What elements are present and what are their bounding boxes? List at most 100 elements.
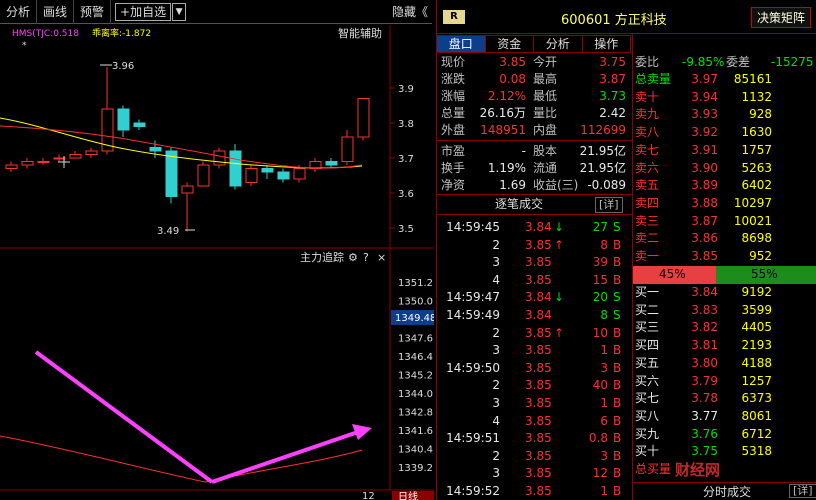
buy-level-label: 买一 — [635, 285, 660, 299]
trade-volume: 6 — [600, 413, 608, 428]
trade-time: 14:59:50 — [446, 360, 500, 375]
trade-volume: 3 — [600, 448, 608, 463]
buy-level-label: 买三 — [635, 320, 660, 335]
close-icon[interactable]: × — [377, 251, 386, 264]
sell-level-label: 卖七 — [635, 142, 660, 157]
quote-value: 21.95亿 — [579, 144, 626, 158]
quote-value: 3.85 — [499, 55, 526, 69]
trade-arrow: ↓ — [554, 220, 565, 234]
trade-side: S — [613, 220, 621, 234]
trade-price: 3.85 — [525, 343, 552, 358]
hide-panel-button[interactable]: 隐藏《 — [388, 0, 432, 24]
buy-level-price: 3.77 — [691, 408, 718, 423]
quote-label: 总量 — [441, 106, 466, 120]
track-tick: 1340.4 — [398, 445, 433, 456]
r-badge: R — [443, 10, 465, 24]
sell-level-price: 3.88 — [691, 195, 718, 210]
quote-panel: R 600601 方正科技 决策矩阵 盘口 资金 分析 操作 现价 3.85 今开 3… — [436, 0, 816, 500]
quote-value: 2.12% — [487, 89, 526, 103]
buy-level-volume: 6373 — [741, 391, 772, 406]
price-tick: 3.7 — [398, 154, 414, 165]
quote-label: 今开 — [533, 55, 558, 69]
quote-value: 1.69 — [499, 178, 526, 192]
order-diff-value: -15275 — [771, 55, 814, 69]
quote-label: 流通 — [533, 161, 558, 175]
indicator-text: HMS(TJC:0.518 — [12, 29, 79, 39]
trade-volume: 10 — [592, 325, 608, 340]
price-tick: 3.9 — [398, 84, 414, 95]
sell-level-label: 总卖量 — [635, 72, 672, 86]
quote-label: 量比 — [533, 106, 558, 120]
sell-level-label: 卖八 — [635, 125, 660, 140]
candle-body — [85, 150, 98, 155]
toolbar-analyze[interactable]: 分析 — [0, 0, 38, 24]
trade-price: 3.84 — [525, 308, 552, 322]
quote-label: 股本 — [533, 144, 558, 158]
buy-level-price: 3.83 — [691, 302, 718, 317]
toolbar-alert[interactable]: 预警 — [74, 0, 112, 24]
candle-body — [133, 122, 146, 127]
sell-level-volume: 952 — [749, 249, 772, 263]
toolbar-draw-line[interactable]: 画线 — [37, 0, 75, 24]
tab-analysis[interactable]: 分析 — [534, 35, 583, 53]
sell-level-volume: 1132 — [741, 89, 772, 104]
trade-volume: 1 — [600, 343, 608, 358]
settings-icon[interactable]: ⚙ — [348, 251, 358, 264]
minute-trades-label: 分时成交 — [703, 485, 752, 499]
buy-level-label: 买十 — [635, 444, 660, 459]
candle-body — [53, 157, 66, 160]
period-tab-label[interactable]: 日线 — [398, 490, 418, 500]
sell-level-volume: 1757 — [741, 142, 772, 157]
quote-value: 2.42 — [599, 106, 626, 120]
trade-time: 14:59:52 — [446, 484, 500, 498]
star-marker: * — [22, 41, 27, 51]
trade-price: 3.85 — [525, 466, 552, 481]
quote-divider — [437, 140, 632, 141]
trades-divider-top — [437, 194, 632, 195]
kline-chart[interactable]: HMS(TJC:0.518 乖离率:-1.872 * 智能辅助 3.9 3.8 3.… — [0, 25, 434, 500]
trade-time: 4 — [492, 272, 500, 287]
watermark: 财经网 — [675, 461, 721, 479]
track-tick: 1345.2 — [398, 371, 433, 382]
track-title: 主力追踪 — [300, 250, 344, 264]
sell-level-price: 3.91 — [691, 142, 718, 157]
buy-level-volume: 3599 — [741, 302, 772, 317]
candle-body — [5, 164, 18, 169]
ratio-bar: 45% 55% — [633, 266, 816, 284]
trades-detail-button[interactable]: [详] — [595, 197, 623, 213]
quote-value: 3.75 — [599, 55, 626, 69]
trade-side: B — [613, 325, 622, 340]
buy-level-price: 3.82 — [691, 320, 718, 335]
trade-volume: 39 — [592, 255, 608, 270]
trade-side: B — [613, 272, 622, 287]
footer-divider — [633, 482, 816, 483]
help-icon[interactable]: ? — [363, 251, 369, 264]
add-watchlist-dropdown[interactable]: ▼ — [172, 2, 187, 21]
trade-time: 3 — [492, 343, 500, 358]
candle-body — [117, 108, 130, 131]
quote-label: 换手 — [441, 161, 466, 175]
trade-side: S — [613, 290, 621, 305]
add-watchlist-button[interactable]: +加自选 — [115, 2, 172, 21]
tab-operation[interactable]: 操作 — [582, 35, 631, 53]
quote-label: 最高 — [533, 72, 558, 86]
track-axis: 1351.21350.01348.81347.61346.41345.21344… — [398, 278, 433, 474]
price-tick: 3.8 — [398, 119, 414, 130]
tab-funds[interactable]: 资金 — [485, 35, 534, 53]
quote-value: 112699 — [580, 123, 626, 137]
trade-side: B — [613, 343, 622, 358]
smart-assist-label[interactable]: 智能辅助 — [338, 26, 382, 40]
candle-body — [21, 161, 34, 166]
decision-matrix-button[interactable]: 决策矩阵 — [750, 7, 811, 28]
tab-handicap[interactable]: 盘口 — [437, 35, 486, 53]
trade-time: 2 — [492, 448, 500, 463]
candle-body — [325, 161, 338, 166]
minute-trades-detail[interactable]: [详] — [789, 484, 816, 498]
trade-volume: 0.8 — [588, 431, 608, 446]
trade-arrow: ↑ — [554, 237, 565, 252]
trade-side: B — [613, 378, 622, 393]
trade-time: 14:59:45 — [446, 220, 500, 234]
trade-volume: 8 — [600, 308, 608, 322]
sell-level-label: 卖六 — [635, 160, 660, 175]
buy-level-volume: 5318 — [741, 444, 772, 459]
